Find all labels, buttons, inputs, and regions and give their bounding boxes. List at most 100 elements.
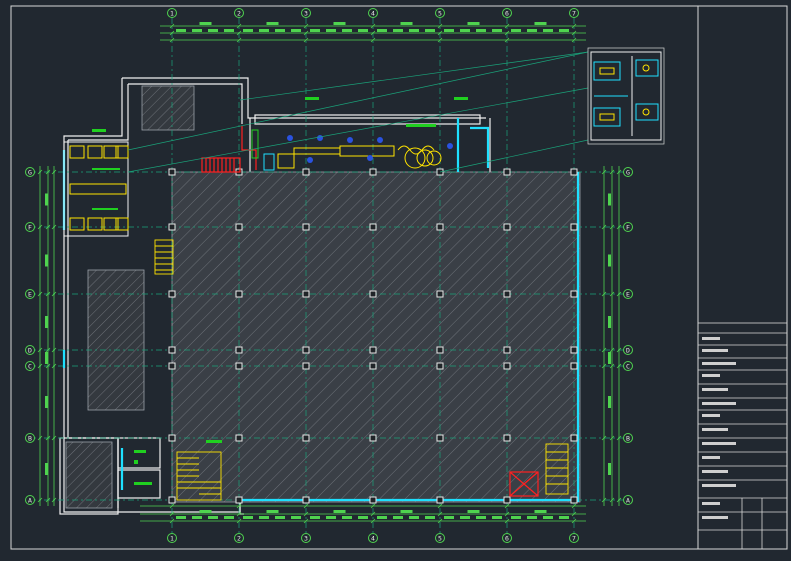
- grid-bubble-right-D: D: [623, 345, 633, 355]
- column: [369, 290, 377, 298]
- svg-text:1: 1: [170, 10, 174, 18]
- title-block: [697, 322, 788, 550]
- column: [302, 346, 310, 354]
- restroom-detail: [590, 51, 662, 141]
- grid-bubble-bottom-6: 6: [502, 533, 512, 543]
- column: [302, 223, 310, 231]
- grid-bubble-bottom-5: 5: [435, 533, 445, 543]
- svg-text:2: 2: [237, 535, 241, 543]
- grid-bubble-top-1: 1: [167, 8, 177, 18]
- column: [168, 168, 176, 176]
- grid-bubble-left-C: C: [25, 361, 35, 371]
- grid-bubble-left-D: D: [25, 345, 35, 355]
- column: [503, 496, 511, 504]
- svg-text:7: 7: [572, 10, 576, 18]
- grid-bubble-right-B: B: [623, 433, 633, 443]
- grid-bubble-top-5: 5: [435, 8, 445, 18]
- svg-text:5: 5: [438, 535, 442, 543]
- column: [302, 496, 310, 504]
- grid-bubble-left-G: G: [25, 167, 35, 177]
- svg-text:C: C: [28, 363, 32, 371]
- leader-lines: [127, 47, 665, 173]
- column: [235, 434, 243, 442]
- cad-drawing-canvas[interactable]: 11223344556677GGFFEEDDCCBBAA: [0, 0, 791, 561]
- svg-text:G: G: [626, 169, 630, 177]
- grid-bubble-right-A: A: [623, 495, 633, 505]
- grid-bubble-right-F: F: [623, 222, 633, 232]
- svg-text:C: C: [626, 363, 630, 371]
- column: [168, 290, 176, 298]
- grid-bubble-top-7: 7: [569, 8, 579, 18]
- column: [570, 434, 578, 442]
- grid-bubble-bottom-2: 2: [234, 533, 244, 543]
- column: [369, 168, 377, 176]
- svg-text:F: F: [28, 224, 32, 232]
- column: [168, 223, 176, 231]
- grid-bubble-left-F: F: [25, 222, 35, 232]
- fixtures: [287, 135, 453, 163]
- column: [436, 223, 444, 231]
- column: [369, 496, 377, 504]
- column: [570, 496, 578, 504]
- column: [302, 434, 310, 442]
- column: [503, 223, 511, 231]
- column: [436, 496, 444, 504]
- grid-bubble-top-2: 2: [234, 8, 244, 18]
- svg-text:6: 6: [505, 535, 509, 543]
- column: [168, 496, 176, 504]
- hatched-zones: [65, 85, 581, 509]
- svg-text:F: F: [626, 224, 630, 232]
- column: [235, 290, 243, 298]
- svg-text:B: B: [28, 435, 32, 443]
- column: [302, 290, 310, 298]
- svg-text:E: E: [626, 291, 630, 299]
- column: [369, 346, 377, 354]
- svg-text:5: 5: [438, 10, 442, 18]
- floor-plan: 11223344556677G GF FE ED DC CB BA A: [10, 5, 788, 550]
- column: [503, 362, 511, 370]
- svg-text:G: G: [28, 169, 32, 177]
- column: [570, 168, 578, 176]
- column: [302, 168, 310, 176]
- grid-bubble-left-E: E: [25, 289, 35, 299]
- svg-text:D: D: [626, 347, 630, 355]
- column: [168, 362, 176, 370]
- column: [235, 346, 243, 354]
- svg-text:A: A: [626, 497, 630, 505]
- column: [570, 223, 578, 231]
- column: [235, 496, 243, 504]
- column: [168, 346, 176, 354]
- column: [503, 168, 511, 176]
- column: [570, 362, 578, 370]
- column: [503, 434, 511, 442]
- column: [503, 290, 511, 298]
- column: [436, 346, 444, 354]
- restroom-block: [63, 129, 129, 237]
- svg-text:1: 1: [170, 535, 174, 543]
- grid-bubble-bottom-3: 3: [301, 533, 311, 543]
- column: [168, 434, 176, 442]
- svg-text:3: 3: [304, 10, 308, 18]
- grid-bubble-top-4: 4: [368, 8, 378, 18]
- grid-bubble-left-A: A: [25, 495, 35, 505]
- svg-text:6: 6: [505, 10, 509, 18]
- corridor-furniture: [251, 129, 442, 171]
- svg-text:3: 3: [304, 535, 308, 543]
- grid-bubble-right-C: C: [623, 361, 633, 371]
- grid-bubble-right-E: E: [623, 289, 633, 299]
- column: [302, 362, 310, 370]
- column: [503, 346, 511, 354]
- column: [235, 223, 243, 231]
- grid-bubble-bottom-1: 1: [167, 533, 177, 543]
- svg-text:E: E: [28, 291, 32, 299]
- column: [570, 290, 578, 298]
- svg-text:4: 4: [371, 535, 375, 543]
- svg-text:2: 2: [237, 10, 241, 18]
- grid-bubble-right-G: G: [623, 167, 633, 177]
- grid-bubble-bottom-7: 7: [569, 533, 579, 543]
- svg-text:D: D: [28, 347, 32, 355]
- column: [436, 290, 444, 298]
- column: [570, 346, 578, 354]
- svg-text:A: A: [28, 497, 32, 505]
- column: [369, 223, 377, 231]
